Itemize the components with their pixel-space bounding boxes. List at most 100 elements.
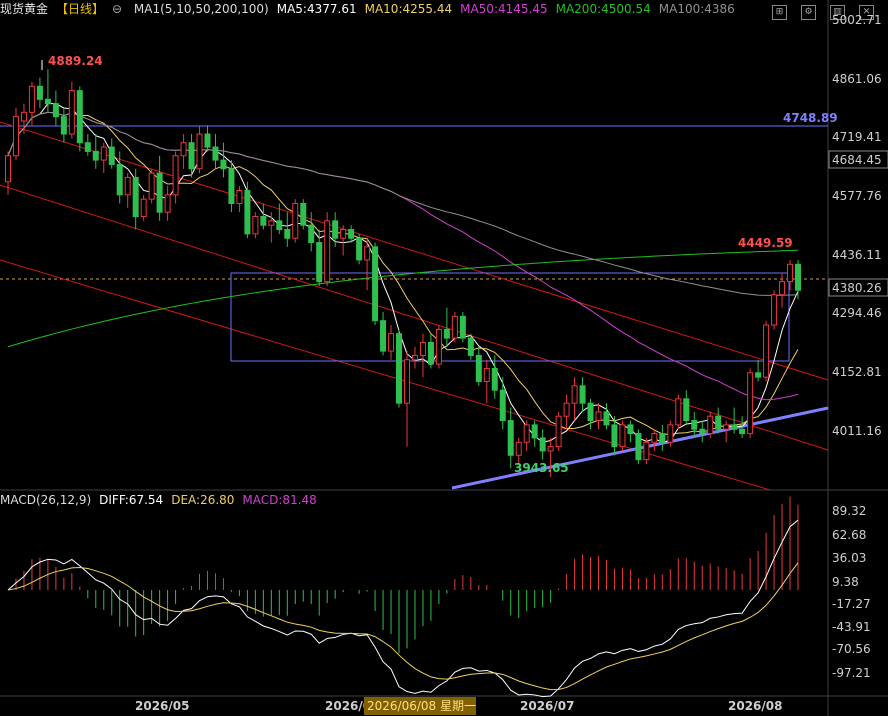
candle[interactable] bbox=[571, 385, 578, 404]
candle[interactable] bbox=[92, 150, 99, 161]
candle[interactable] bbox=[467, 337, 474, 356]
candle[interactable] bbox=[763, 324, 770, 378]
candle[interactable] bbox=[747, 372, 754, 435]
candle[interactable] bbox=[555, 415, 562, 448]
candle[interactable] bbox=[427, 341, 434, 365]
channel-mid-line[interactable] bbox=[0, 184, 829, 451]
candle[interactable] bbox=[771, 294, 778, 326]
candle[interactable] bbox=[252, 216, 259, 235]
candle[interactable] bbox=[84, 142, 91, 152]
candle[interactable] bbox=[739, 428, 746, 435]
candle[interactable] bbox=[715, 415, 722, 430]
candle[interactable] bbox=[244, 189, 251, 235]
candle[interactable] bbox=[595, 411, 602, 422]
candle[interactable] bbox=[156, 172, 163, 213]
candle[interactable] bbox=[403, 359, 410, 404]
candle[interactable] bbox=[36, 85, 43, 100]
candle[interactable] bbox=[140, 198, 147, 218]
candle[interactable] bbox=[300, 202, 307, 226]
candle[interactable] bbox=[627, 424, 634, 435]
candle[interactable] bbox=[651, 433, 658, 443]
candle[interactable] bbox=[411, 354, 418, 361]
candle[interactable] bbox=[180, 142, 187, 157]
candle[interactable] bbox=[499, 389, 506, 422]
candle[interactable] bbox=[148, 172, 155, 200]
candle[interactable] bbox=[707, 415, 714, 435]
candle[interactable] bbox=[5, 155, 11, 183]
candle[interactable] bbox=[795, 263, 801, 291]
channel-top-line[interactable] bbox=[0, 121, 829, 381]
candle[interactable] bbox=[547, 446, 554, 452]
candle[interactable] bbox=[611, 424, 618, 448]
candle[interactable] bbox=[332, 220, 339, 239]
candlestick-chart[interactable]: 5002.71 4861.06 4719.41 4577.76 4436.11 … bbox=[0, 0, 888, 716]
candle[interactable] bbox=[515, 441, 522, 456]
candle[interactable] bbox=[212, 146, 219, 161]
candle[interactable] bbox=[228, 168, 235, 204]
candle[interactable] bbox=[443, 328, 450, 339]
candle[interactable] bbox=[787, 263, 794, 283]
candle[interactable] bbox=[635, 433, 642, 461]
candle[interactable] bbox=[340, 229, 347, 239]
candle[interactable] bbox=[755, 372, 762, 378]
candle[interactable] bbox=[388, 333, 395, 352]
candle[interactable] bbox=[723, 424, 730, 430]
candle[interactable] bbox=[308, 224, 315, 244]
candle[interactable] bbox=[108, 146, 115, 165]
candle[interactable] bbox=[675, 398, 682, 426]
candle[interactable] bbox=[396, 333, 403, 404]
candle[interactable] bbox=[731, 424, 738, 430]
candle[interactable] bbox=[236, 189, 243, 204]
candle[interactable] bbox=[691, 420, 698, 430]
candle[interactable] bbox=[683, 398, 690, 422]
candle[interactable] bbox=[204, 133, 211, 148]
candle[interactable] bbox=[667, 424, 674, 443]
candle[interactable] bbox=[164, 194, 171, 213]
candle[interactable] bbox=[563, 402, 570, 417]
candle[interactable] bbox=[68, 90, 75, 135]
candle[interactable] bbox=[100, 146, 107, 161]
candle[interactable] bbox=[523, 424, 530, 443]
candle[interactable] bbox=[172, 155, 179, 196]
candle[interactable] bbox=[20, 111, 27, 122]
candle[interactable] bbox=[451, 315, 458, 339]
candle[interactable] bbox=[196, 133, 203, 170]
candle[interactable] bbox=[507, 420, 514, 456]
candle[interactable] bbox=[531, 424, 538, 439]
candle[interactable] bbox=[779, 281, 786, 296]
candle[interactable] bbox=[44, 98, 51, 105]
candle[interactable] bbox=[579, 385, 586, 404]
candle[interactable] bbox=[643, 441, 650, 461]
candle[interactable] bbox=[284, 229, 291, 239]
candle[interactable] bbox=[132, 176, 139, 218]
candle[interactable] bbox=[699, 428, 706, 435]
candle[interactable] bbox=[380, 320, 387, 352]
candle[interactable] bbox=[188, 142, 195, 170]
candle[interactable] bbox=[659, 433, 666, 443]
candle[interactable] bbox=[220, 159, 227, 170]
candle[interactable] bbox=[348, 229, 355, 239]
candle[interactable] bbox=[587, 402, 594, 422]
candle[interactable] bbox=[292, 202, 299, 239]
candle[interactable] bbox=[28, 85, 35, 113]
candle[interactable] bbox=[356, 237, 363, 261]
candle[interactable] bbox=[116, 163, 123, 196]
candle[interactable] bbox=[268, 220, 275, 226]
candle[interactable] bbox=[419, 341, 426, 356]
candle[interactable] bbox=[619, 424, 626, 448]
candle[interactable] bbox=[483, 367, 490, 382]
candle[interactable] bbox=[491, 367, 498, 391]
candle[interactable] bbox=[12, 116, 19, 157]
candle[interactable] bbox=[603, 411, 610, 426]
candle[interactable] bbox=[52, 103, 59, 118]
candle[interactable] bbox=[76, 90, 83, 144]
candle[interactable] bbox=[364, 246, 371, 261]
candle[interactable] bbox=[60, 116, 67, 135]
candle[interactable] bbox=[324, 220, 331, 283]
candle[interactable] bbox=[124, 176, 131, 196]
candle[interactable] bbox=[459, 315, 466, 339]
candle[interactable] bbox=[276, 220, 283, 231]
channel-bottom-line[interactable] bbox=[0, 259, 771, 491]
candle[interactable] bbox=[260, 216, 267, 226]
candle[interactable] bbox=[539, 437, 546, 452]
